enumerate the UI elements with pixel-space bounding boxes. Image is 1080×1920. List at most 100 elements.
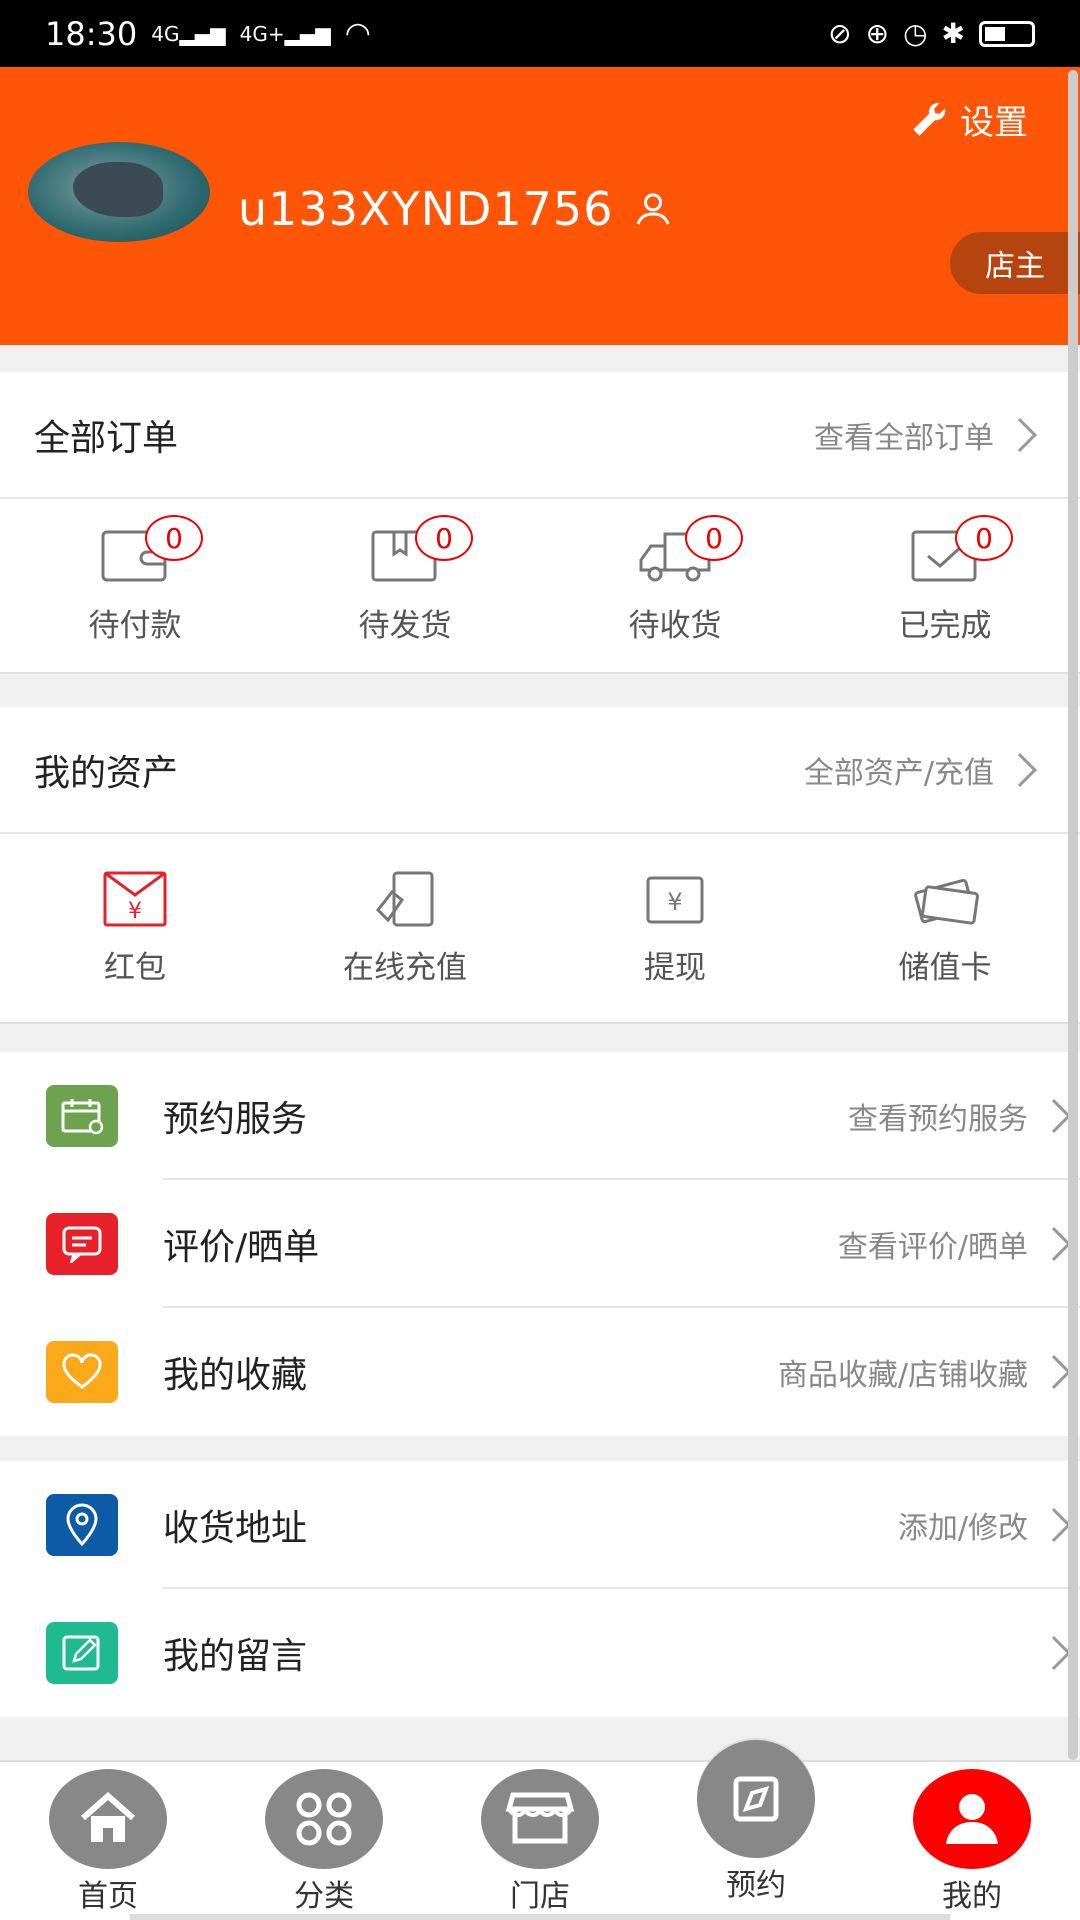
svg-text:¥: ¥	[667, 888, 682, 916]
menu-link[interactable]: 查看评价/晒单	[838, 1222, 1080, 1266]
order-status-grid: 0 待付款 0 待发货 0 待收货 0 已完成	[0, 499, 1080, 674]
menu-link[interactable]: 查看预约服务	[848, 1094, 1080, 1138]
settings-button[interactable]: 设置	[908, 95, 1028, 144]
profile-header: 设置 u133XYND1756 店主	[0, 67, 1080, 345]
wifi-icon: ◠	[344, 16, 371, 51]
signal-icon: 4G▂▄▆	[151, 21, 226, 46]
assets-title: 我的资产	[34, 752, 179, 794]
chevron-right-icon	[1037, 1227, 1071, 1261]
assets-header[interactable]: 我的资产 全部资产/充值	[0, 707, 1080, 834]
asset-stored-value-card[interactable]: 储值卡	[810, 834, 1080, 1022]
chevron-right-icon	[1037, 1508, 1071, 1542]
compass-icon	[697, 1740, 815, 1858]
alarm-icon: ◷	[903, 17, 928, 50]
menu-link[interactable]: 商品收藏/店铺收藏	[778, 1350, 1080, 1394]
user-outline-icon	[637, 193, 670, 225]
status-time: 18:30	[45, 14, 138, 53]
asset-label: 提现	[644, 949, 706, 986]
user-icon	[913, 1769, 1031, 1869]
red-envelope-icon: ¥	[103, 871, 167, 926]
count-badge: 0	[955, 515, 1013, 561]
asset-label: 储值卡	[898, 949, 992, 986]
scrollbar[interactable]	[1068, 70, 1078, 1760]
order-pending-shipment[interactable]: 0 待发货	[270, 499, 540, 672]
chevron-right-icon	[1003, 752, 1037, 787]
all-assets-link[interactable]: 全部资产/充值	[804, 748, 1046, 792]
home-indicator	[130, 1914, 950, 1920]
role-badge[interactable]: 店主	[950, 232, 1080, 294]
tab-home[interactable]: 首页	[0, 1762, 216, 1920]
orders-section: 全部订单 查看全部订单 0 待付款 0 待发货 0 待收货 0 已完成	[0, 372, 1080, 674]
tab-label: 分类	[294, 1879, 354, 1914]
menu-label: 收货地址	[163, 1508, 308, 1549]
order-status-label: 待付款	[88, 608, 182, 644]
order-status-label: 待收货	[628, 608, 722, 644]
tab-label: 首页	[78, 1879, 138, 1914]
view-all-orders-link[interactable]: 查看全部订单	[814, 413, 1046, 457]
heart-icon	[46, 1341, 118, 1403]
menu-label: 我的收藏	[163, 1355, 308, 1396]
signal-icon-2: 4G+▂▄▆	[239, 21, 331, 46]
category-icon	[265, 1769, 383, 1869]
assets-section: 我的资产 全部资产/充值 ¥ 红包 在线充值 ¥ 提现 储值卡	[0, 707, 1080, 1024]
menu-label: 预约服务	[163, 1099, 308, 1140]
tab-label: 预约	[726, 1868, 786, 1903]
tab-appointment[interactable]: 预约	[648, 1740, 864, 1920]
order-pending-receipt[interactable]: 0 待收货	[540, 499, 810, 672]
menu-favorites[interactable]: 我的收藏 商品收藏/店铺收藏	[0, 1308, 1080, 1436]
location-icon	[46, 1494, 118, 1556]
menu-address[interactable]: 收货地址 添加/修改	[0, 1461, 1080, 1589]
menu-label: 我的留言	[163, 1636, 308, 1677]
tab-store[interactable]: 门店	[432, 1762, 648, 1920]
menu-messages[interactable]: 我的留言	[0, 1589, 1080, 1717]
tab-label: 门店	[510, 1879, 570, 1914]
order-status-label: 已完成	[898, 608, 992, 644]
asset-recharge[interactable]: 在线充值	[270, 834, 540, 1022]
tab-mine[interactable]: 我的	[864, 1762, 1080, 1920]
comment-icon	[46, 1213, 118, 1275]
chevron-right-icon	[1037, 1636, 1071, 1670]
asset-red-envelope[interactable]: ¥ 红包	[0, 834, 270, 1022]
wrench-icon	[913, 102, 946, 136]
svg-text:¥: ¥	[128, 899, 142, 924]
order-status-label: 待发货	[358, 608, 452, 644]
menu-appointments[interactable]: 预约服务 查看预约服务	[0, 1052, 1080, 1180]
count-badge: 0	[145, 515, 203, 561]
withdraw-icon: ¥	[646, 876, 704, 923]
menu-label: 评价/晒单	[163, 1227, 320, 1268]
username: u133XYND1756	[238, 182, 675, 236]
home-icon	[49, 1769, 167, 1869]
order-completed[interactable]: 0 已完成	[810, 499, 1080, 672]
tab-label: 我的	[942, 1879, 1002, 1914]
bottom-tab-bar: 首页 分类 门店 预约 我的	[0, 1740, 1080, 1920]
store-icon	[481, 1769, 599, 1869]
count-badge: 0	[685, 515, 743, 561]
edit-icon	[46, 1622, 118, 1684]
chevron-right-icon	[1037, 1355, 1071, 1389]
recharge-icon	[376, 871, 434, 926]
bluetooth-icon: ✱	[941, 17, 965, 50]
lock-icon: ⊕	[865, 17, 890, 50]
assets-grid: ¥ 红包 在线充值 ¥ 提现 储值卡	[0, 834, 1080, 1024]
order-pending-payment[interactable]: 0 待付款	[0, 499, 270, 672]
orders-title: 全部订单	[34, 417, 179, 459]
count-badge: 0	[415, 515, 473, 561]
menu-link[interactable]: 添加/修改	[898, 1503, 1080, 1547]
settings-label: 设置	[960, 103, 1028, 143]
account-menu: 收货地址 添加/修改 我的留言	[0, 1461, 1080, 1717]
menu-reviews[interactable]: 评价/晒单 查看评价/晒单	[0, 1180, 1080, 1308]
vibrate-icon: ⊘	[828, 17, 852, 50]
chevron-right-icon	[1003, 417, 1037, 452]
battery-icon	[979, 20, 1035, 47]
asset-withdraw[interactable]: ¥ 提现	[540, 834, 810, 1022]
status-bar: 18:30 4G▂▄▆ 4G+▂▄▆ ◠ ⊘ ⊕ ◷ ✱	[0, 0, 1080, 67]
chevron-right-icon	[1037, 1099, 1071, 1133]
service-menu: 预约服务 查看预约服务 评价/晒单 查看评价/晒单 我的收藏 商品收藏/店铺收藏	[0, 1052, 1080, 1436]
tab-category[interactable]: 分类	[216, 1762, 432, 1920]
asset-label: 红包	[104, 949, 166, 986]
avatar[interactable]	[28, 142, 210, 242]
asset-label: 在线充值	[343, 949, 467, 986]
calendar-icon	[46, 1085, 118, 1147]
stored-value-card-icon	[914, 878, 979, 925]
orders-header[interactable]: 全部订单 查看全部订单	[0, 372, 1080, 499]
